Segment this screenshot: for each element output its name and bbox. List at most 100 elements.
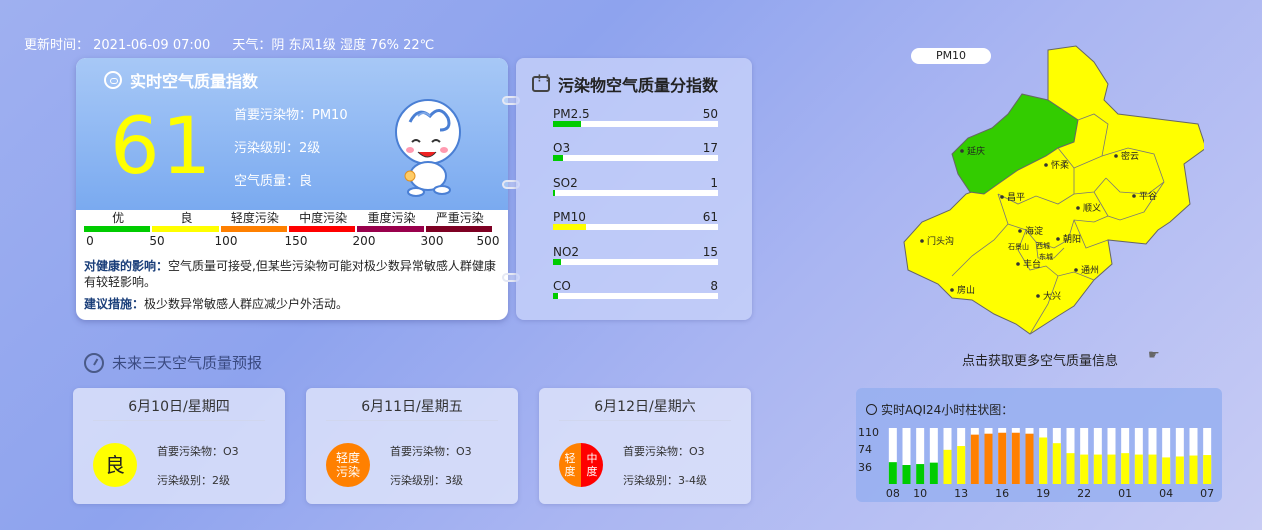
pollutant-name: O3 [553, 141, 571, 156]
forecast-badge-split: 轻度 中度 [559, 443, 603, 487]
pollutant-row: PM2.5 50 [553, 106, 718, 140]
forecast-card: 6月12日/星期六 轻度 中度 首要污染物：O3 污染级别：3-4级 [539, 388, 751, 504]
aqi-bar-11[interactable] [929, 462, 938, 484]
aqi-bar-00[interactable] [1107, 454, 1116, 484]
pollutant-fill [553, 189, 555, 196]
forecast-pollutant: 首要污染物：O3 [390, 445, 472, 458]
x-tick-label: 08 [886, 487, 900, 500]
map-label-shunyi: 顺义 [1083, 203, 1101, 214]
scale-number: 100 [214, 234, 238, 248]
map-label-chaoyang: 朝阳 [1063, 234, 1081, 245]
aqi-bar-07[interactable] [1203, 455, 1212, 484]
pollutant-track [553, 292, 718, 299]
scale-number: 200 [352, 234, 376, 248]
divider [559, 420, 731, 421]
aqi-bar-17[interactable] [1011, 432, 1020, 484]
aqi-bar-08[interactable] [888, 462, 897, 484]
aqi-bar-21[interactable] [1066, 453, 1075, 484]
aqi-bar-14[interactable] [970, 434, 979, 484]
forecast-title: 未来三天空气质量预报 [84, 352, 262, 373]
pollution-level: 污染级别：2级 [234, 141, 321, 156]
pollutant-value: 15 [702, 244, 718, 259]
pollutant-value: 1 [710, 175, 718, 190]
aqi-bar-23[interactable] [1093, 454, 1102, 484]
aqi-bar-05[interactable] [1175, 456, 1184, 484]
aqi-bar-13[interactable] [957, 446, 966, 484]
forecast-info: 首要污染物：O3 污染级别：2级 [157, 443, 239, 501]
map-label-huairou: 怀柔 [1051, 159, 1069, 171]
scale-labels: 优 良 轻度污染 中度污染 重度污染 严重污染 [84, 210, 494, 226]
y-tick-label: 110 [858, 426, 879, 439]
aqi-card: 实时空气质量指数 61 首要污染物：PM10 污染级别：2级 空气质量：良 优 … [76, 58, 508, 320]
pollutant-name: PM10 [553, 210, 586, 225]
face-icon [104, 71, 122, 89]
map-label-haidian: 海淀 [1025, 225, 1043, 237]
beijing-map[interactable]: 延庆 怀柔 密云 昌平 顺义 平谷 门头沟 海淀 朝阳 石景山 西城 东城 丰台… [898, 44, 1204, 350]
pollutant-name: PM2.5 [553, 107, 590, 121]
map-label-tongzhou: 通州 [1081, 265, 1099, 276]
forecast-date: 6月11日/星期五 [361, 399, 463, 415]
pollutant-list: PM2.5 50 O3 17 SO2 1 PM10 61 NO2 15 CO 8 [553, 106, 718, 312]
scale-label: 良 [180, 211, 193, 225]
pollutant-name: CO [553, 278, 571, 293]
pollutant-track [553, 258, 718, 265]
pollutant-track [553, 121, 718, 127]
pollutant-fill [553, 292, 558, 299]
aqi-bar-09[interactable] [902, 465, 911, 484]
map-label-changping: 昌平 [1007, 192, 1025, 203]
pollutant-row: PM10 61 [553, 209, 718, 243]
aqi-title: 实时空气质量指数 [104, 68, 258, 92]
aqi-bar-01[interactable] [1121, 453, 1130, 484]
forecast-badge-left: 轻度 [559, 443, 581, 487]
x-tick-label: 19 [1036, 487, 1050, 500]
pollutant-card: 污染物空气质量分指数 PM2.5 50 O3 17 SO2 1 PM10 61 NO2 1… [516, 58, 752, 320]
x-tick-label: 07 [1200, 487, 1214, 500]
aqi-bar-19[interactable] [1039, 437, 1048, 484]
aqi-bar-04[interactable] [1162, 457, 1171, 484]
forecast-level: 污染级别：3-4级 [623, 474, 707, 487]
aqi-bar-12[interactable] [943, 449, 952, 484]
pollutant-fill [553, 155, 563, 162]
forecast-info: 首要污染物：O3 污染级别：3-4级 [623, 443, 707, 501]
aqi-bar-16[interactable] [998, 432, 1007, 484]
divider [326, 420, 498, 421]
aqi-bar-03[interactable] [1148, 454, 1157, 484]
aqi-bar-20[interactable] [1052, 443, 1061, 484]
pollutant-fill [553, 121, 582, 127]
aqi-info: 首要污染物：PM10 污染级别：2级 空气质量：良 [234, 104, 348, 203]
pointer-hand-icon[interactable]: ☛ [1148, 348, 1160, 363]
aqi-bar-18[interactable] [1025, 433, 1034, 484]
aqi-bar-02[interactable] [1134, 454, 1143, 484]
aqi-bar-22[interactable] [1080, 454, 1089, 484]
pollutant-title-text: 污染物空气质量分指数 [558, 76, 719, 95]
clock-icon [84, 352, 104, 373]
x-tick-label: 13 [954, 487, 968, 500]
forecast-badge-right: 中度 [581, 443, 603, 487]
scale-label: 重度污染 [367, 211, 416, 225]
aqi-title-text: 实时空气质量指数 [130, 72, 259, 91]
forecast-pollutant: 首要污染物：O3 [623, 445, 705, 458]
more-info-link[interactable]: 点击获取更多空气质量信息 [962, 350, 1118, 369]
health-impact: 对健康的影响：空气质量可接受,但某些污染物可能对极少数异常敏感人群健康有较轻影响… [84, 258, 504, 290]
scale-label: 轻度污染 [230, 211, 279, 225]
map-label-dongcheng: 东城 [1039, 252, 1053, 261]
pollutant-value: 50 [702, 107, 718, 121]
scale-number: 300 [420, 234, 444, 248]
advice: 建议措施：极少数异常敏感人群应减少户外活动。 [84, 296, 504, 312]
forecast-card: 6月11日/星期五 轻度污染 首要污染物：O3 污染级别：3级 [306, 388, 518, 504]
forecast-date: 6月12日/星期六 [594, 399, 696, 415]
scale-number: 0 [86, 234, 94, 248]
y-tick-label: 36 [858, 461, 872, 474]
forecast-card: 6月10日/星期四 良 首要污染物：O3 污染级别：2级 [73, 388, 285, 504]
advice-text: 极少数异常敏感人群应减少户外活动。 [144, 297, 349, 311]
weather-info: 天气：阴 东风1级 湿度 76% 22℃ [232, 38, 435, 53]
aqi-bar-10[interactable] [916, 464, 925, 484]
aqi-bar-06[interactable] [1189, 455, 1198, 484]
pollutant-track [553, 224, 718, 231]
aqi-bar-15[interactable] [984, 433, 993, 484]
forecast-info: 首要污染物：O3 污染级别：3级 [390, 443, 472, 501]
primary-pollutant: 首要污染物：PM10 [234, 108, 348, 123]
x-tick-label: 16 [995, 487, 1009, 500]
aqi-24h-chart-card: 实时AQI24小时柱状图： 36 74 110 08 10 13 16 19 22 01 04 07 [856, 388, 1222, 502]
pollutant-track [553, 155, 718, 162]
